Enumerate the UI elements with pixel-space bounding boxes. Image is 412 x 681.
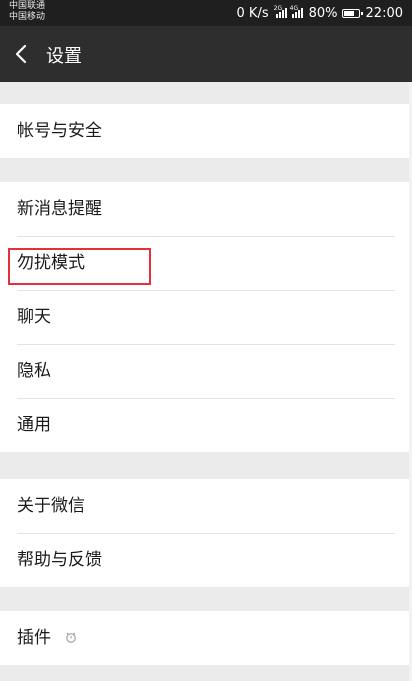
page-title: 设置 (46, 46, 82, 67)
carrier-1: 中国联通 (9, 1, 46, 11)
menu-item-help-feedback[interactable]: 帮助与反馈 (0, 533, 412, 587)
menu-item-plugins-label: 插件 (17, 628, 51, 648)
battery-icon (341, 8, 363, 18)
signal-strength-icon: 2G (273, 5, 287, 18)
menu-item-plugins[interactable]: 插件 (0, 611, 412, 665)
menu-item-new-message-alerts[interactable]: 新消息提醒 (0, 182, 412, 236)
network-speed: 0 K/s (236, 5, 269, 21)
settings-group-plugins: 插件 (0, 611, 412, 665)
signal-2-type: 4G (289, 5, 299, 12)
signal-strength-icon: 4G (289, 5, 303, 18)
menu-item-privacy[interactable]: 隐私 (0, 344, 412, 398)
menu-item-chat[interactable]: 聊天 (0, 290, 412, 344)
status-bar: 中国联通 中国移动 0 K/s 2G 4G 80% 22:00 (0, 0, 412, 26)
menu-item-about-wechat[interactable]: 关于微信 (0, 479, 412, 533)
highlight-box (8, 248, 151, 285)
carrier-info: 中国联通 中国移动 (9, 1, 45, 23)
settings-group-main: 新消息提醒 勿扰模式 聊天 隐私 通用 (0, 182, 412, 452)
menu-item-general[interactable]: 通用 (0, 398, 412, 452)
back-button[interactable] (8, 40, 36, 68)
settings-group-about: 关于微信 帮助与反馈 (0, 479, 412, 587)
battery-percent: 80% (308, 5, 338, 21)
signal-1-type: 2G (273, 5, 283, 12)
title-bar: 设置 (0, 26, 412, 82)
carrier-2: 中国移动 (9, 12, 46, 22)
clock: 22:00 (365, 5, 403, 21)
menu-item-account-security[interactable]: 帐号与安全 (0, 104, 412, 158)
settings-group-account: 帐号与安全 (0, 104, 412, 158)
chevron-left-icon (15, 44, 27, 64)
plugin-alert-icon (66, 632, 77, 643)
status-indicators: 0 K/s 2G 4G 80% 22:00 (237, 4, 403, 22)
